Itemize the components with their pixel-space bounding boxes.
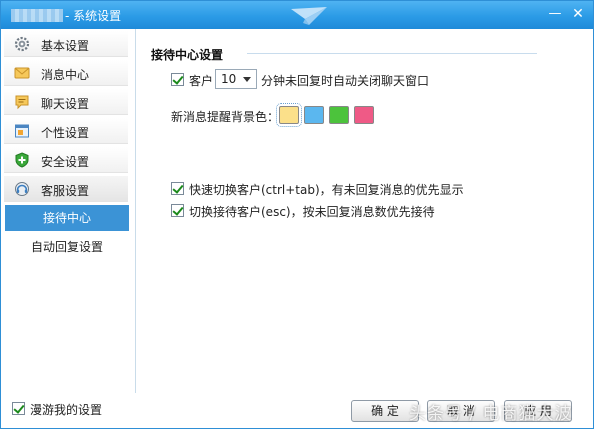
chat-bubble-icon bbox=[15, 95, 29, 110]
color-swatch-yellow[interactable] bbox=[276, 103, 302, 127]
color-swatch-pink[interactable] bbox=[354, 106, 374, 124]
envelope-icon bbox=[14, 67, 30, 79]
sidebar-item-label: 消息中心 bbox=[41, 68, 90, 82]
sidebar-item-chat[interactable]: 聊天设置 bbox=[4, 89, 128, 115]
chevron-down-icon bbox=[243, 77, 251, 82]
sidebar-item-label: 基本设置 bbox=[41, 39, 90, 53]
roam-settings-label: 漫游我的设置 bbox=[30, 403, 103, 417]
headset-icon bbox=[15, 182, 29, 196]
sidebar-subitem-auto-reply[interactable]: 自动回复设置 bbox=[5, 234, 129, 260]
sidebar-item-label: 个性设置 bbox=[41, 126, 90, 140]
sidebar-item-basic[interactable]: 基本设置 bbox=[4, 31, 128, 57]
sidebar-item-customer-service[interactable]: 客服设置 bbox=[4, 176, 128, 202]
sidebar-item-label: 客服设置 bbox=[41, 184, 90, 198]
auto-close-checkbox[interactable] bbox=[171, 73, 184, 86]
section-title: 接待中心设置 bbox=[151, 48, 224, 62]
paper-plane-icon bbox=[291, 7, 327, 25]
minutes-select[interactable]: 10 bbox=[215, 69, 257, 89]
color-swatch-blue[interactable] bbox=[304, 106, 324, 124]
sidebar-item-personalize[interactable]: 个性设置 bbox=[4, 118, 128, 144]
sidebar-item-label: 安全设置 bbox=[41, 155, 90, 169]
watermark: 头条号 / 电商猫大波 bbox=[409, 404, 573, 424]
minimize-button[interactable]: — bbox=[546, 5, 564, 23]
esc-switch-checkbox[interactable] bbox=[171, 204, 184, 217]
close-button[interactable]: ✕ bbox=[569, 5, 587, 23]
window-title: - 系统设置 bbox=[65, 9, 122, 23]
sidebar-item-security[interactable]: 安全设置 bbox=[4, 147, 128, 173]
sidebar-item-label: 聊天设置 bbox=[41, 97, 90, 111]
quick-switch-label: 快速切换客户(ctrl+tab)，有未回复消息的优先显示 bbox=[189, 183, 464, 197]
settings-window: - 系统设置 — ✕ 基本设置 消息中心 聊天设置 个性设置 安全设置 客服设置… bbox=[0, 0, 594, 429]
auto-close-prefix: 客户 bbox=[189, 74, 214, 88]
quick-switch-checkbox[interactable] bbox=[171, 182, 184, 195]
settings-sidebar: 基本设置 消息中心 聊天设置 个性设置 安全设置 客服设置 接待中心 自动回复设… bbox=[2, 29, 136, 393]
section-divider bbox=[247, 53, 537, 54]
sidebar-item-messages[interactable]: 消息中心 bbox=[4, 60, 128, 86]
roam-settings-checkbox[interactable] bbox=[12, 402, 25, 415]
personalize-icon bbox=[15, 124, 29, 138]
shield-plus-icon bbox=[15, 152, 29, 168]
blurred-account-name bbox=[11, 9, 63, 22]
esc-switch-label: 切换接待客户(esc)，按未回复消息数优先接待 bbox=[189, 205, 435, 219]
sidebar-subitem-reception-center[interactable]: 接待中心 bbox=[5, 205, 129, 231]
title-bar[interactable]: - 系统设置 — ✕ bbox=[1, 1, 593, 29]
bg-color-label: 新消息提醒背景色： bbox=[171, 110, 280, 124]
gear-icon bbox=[14, 36, 30, 52]
color-swatch-green[interactable] bbox=[329, 106, 349, 124]
auto-close-suffix: 分钟未回复时自动关闭聊天窗口 bbox=[261, 74, 430, 88]
settings-content: 接待中心设置 客户 10 分钟未回复时自动关闭聊天窗口 新消息提醒背景色： 快速… bbox=[137, 29, 593, 393]
minutes-value: 10 bbox=[221, 72, 237, 86]
